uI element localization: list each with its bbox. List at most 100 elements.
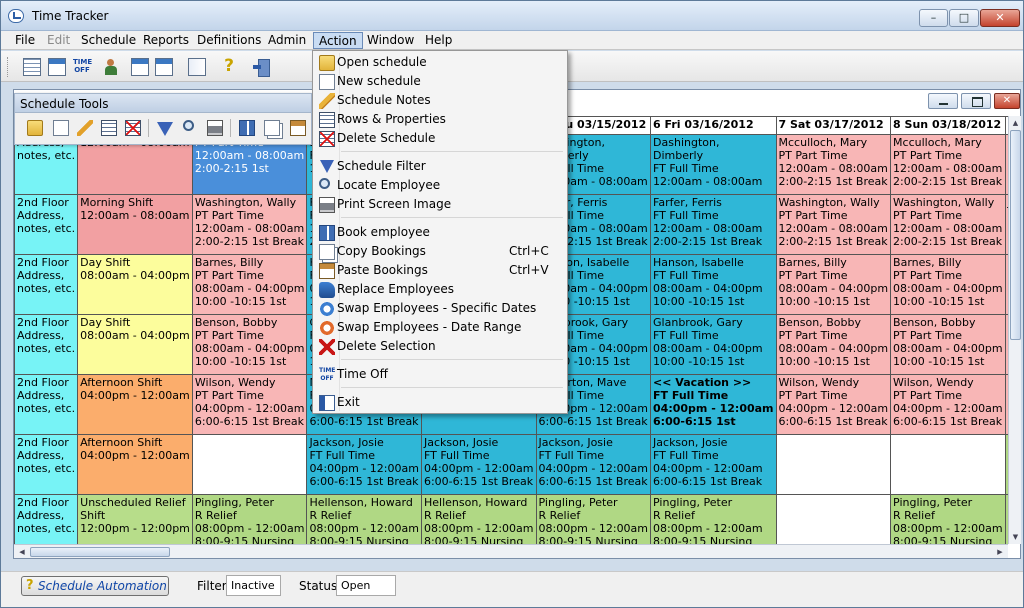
booking-cell[interactable]: Mcculloch, Mary PT Part Time 12:00am - 08:… [775,134,892,195]
schedule-tools-title-bar[interactable]: Schedule Tools [15,94,311,113]
vertical-scrollbar[interactable]: ▲ ▼ [1008,116,1021,544]
help-icon[interactable]: ? [220,58,238,76]
vertical-scroll-thumb[interactable] [1010,130,1021,340]
menu-swap-specific-dates[interactable]: Swap Employees - Specific Dates [315,299,565,318]
booking-cell[interactable] [775,434,892,495]
pencil-icon[interactable] [77,120,93,136]
booking-cell[interactable]: Barnes, Billy PT Part Time 08:00am - 04:00… [890,254,1006,315]
booking-cell[interactable]: Jackson, Josie FT Full Time 04:00pm - 12:0… [535,434,652,495]
rows-grid-icon[interactable] [101,120,117,136]
menu-window[interactable]: Window [362,32,419,49]
horizontal-scroll-thumb[interactable] [30,547,170,557]
location-cell[interactable]: 2nd Floor Address, notes, etc. [14,254,79,315]
booking-cell[interactable] [775,494,892,544]
booking-cell[interactable] [890,434,1006,495]
maximize-button[interactable]: □ [949,9,979,27]
shift-cell[interactable]: Afternoon Shift 04:00pm - 12:00am [77,434,193,495]
new-page-icon[interactable] [53,120,69,136]
booking-cell[interactable]: Pingling, Peter R Relief 08:00pm - 12:00am… [191,494,308,544]
booking-cell[interactable]: Dashington,DimberlyFT Full Time12:00am -… [650,134,777,195]
menu-time-off[interactable]: TIME OFF Time Off [315,365,565,384]
booking-cell[interactable]: Wilson, Wendy PT Part Time 04:00pm - 12:00… [890,374,1006,435]
booking-cell[interactable]: Jackson, Josie FT Full Time 04:00pm - 12:0… [420,434,537,495]
booking-cell[interactable]: << Vacation >> FT Full Time 04:00pm - 12:0… [650,374,777,435]
shift-cell[interactable]: Morning Shift 12:00am - 08:00am [77,194,193,255]
booking-cell[interactable]: Washington, Wally PT Part Time 12:00am - 0… [775,194,892,255]
booking-cell[interactable]: Benson, Bobby PT Part Time 08:00am - 04:00… [191,314,308,375]
filter-icon[interactable] [157,122,173,136]
close-button[interactable]: ✕ [980,9,1020,27]
time-off-icon[interactable]: TIME OFF [73,58,92,76]
schedule-view-icon[interactable] [131,58,149,76]
child-close-button[interactable]: ✕ [994,93,1020,109]
day-column-header[interactable]: 8 Sun 03/18/2012 [890,116,1006,135]
booking-cell[interactable]: Benson, Bobby PT Part Time 08:00am - 04:00… [775,314,892,375]
title-bar[interactable]: Time Tracker – □ ✕ [1,1,1023,31]
booking-cell[interactable]: Hellenson, Howard R Relief 08:00pm - 12:00… [420,494,537,544]
shift-cell[interactable]: Day Shift 08:00am - 04:00pm [77,314,193,375]
booking-cell[interactable]: Washington, Wally PT Part Time 12:00am - 0… [191,194,308,255]
location-cell[interactable]: 2nd Floor Address, notes, etc. [14,194,79,255]
menu-locate-employee[interactable]: Locate Employee [315,176,565,195]
paste-icon[interactable] [290,120,306,136]
booking-cell[interactable]: Pingling, Peter R Relief 08:00pm - 12:00am… [890,494,1006,544]
child-minimize-button[interactable] [928,93,958,109]
menu-exit[interactable]: Exit [315,393,565,412]
menu-schedule[interactable]: Schedule [76,32,141,49]
menu-open-schedule[interactable]: Open schedule [315,53,565,72]
scroll-up-icon[interactable]: ▲ [1010,117,1021,129]
toolbar-grip[interactable] [7,57,10,77]
menu-paste-bookings[interactable]: Paste Bookings Ctrl+V [315,261,565,280]
menu-copy-bookings[interactable]: Copy Bookings Ctrl+C [315,242,565,261]
menu-definitions[interactable]: Definitions [192,32,266,49]
menu-book-employee[interactable]: Book employee [315,223,565,242]
schedule-list-icon[interactable] [155,58,173,76]
menu-reports[interactable]: Reports [138,32,194,49]
delete-schedule-icon[interactable] [125,120,141,136]
grid-icon[interactable] [23,58,41,76]
day-column-header[interactable]: 7 Sat 03/17/2012 [775,116,892,135]
booking-cell[interactable]: Benson, Bobby PT Part Time 08:00am - 04:00… [890,314,1006,375]
booking-cell[interactable]: Washington, Wally PT Part Time 12:00am - 0… [890,194,1006,255]
menu-replace-employees[interactable]: Replace Employees [315,280,565,299]
booking-cell[interactable]: Barnes, Billy PT Part Time 08:00am - 04:00… [191,254,308,315]
booking-cell[interactable]: Hanson, Isabelle FT Full Time 08:00am - 04… [650,254,777,315]
child-restore-button[interactable] [961,93,991,109]
shift-cell[interactable]: Unscheduled Relief Shift 12:00pm - 12:00pm [77,494,193,544]
document-icon[interactable] [188,58,206,76]
menu-edit[interactable]: Edit [42,32,75,49]
copy-icon[interactable] [264,120,280,136]
scroll-left-icon[interactable]: ◀ [16,546,28,558]
horizontal-scrollbar[interactable]: ◀ ▶ [14,544,1008,558]
booking-cell[interactable]: Glanbrook, Gary FT Full Time 08:00am - 04:… [650,314,777,375]
booking-cell[interactable] [191,434,308,495]
schedule-automation-button[interactable]: ? Schedule Automation [21,576,169,596]
menu-admin[interactable]: Admin [263,32,311,49]
minimize-button[interactable]: – [919,9,948,27]
scroll-down-icon[interactable]: ▼ [1010,531,1021,543]
booking-cell[interactable]: Pingling, Peter R Relief 08:00pm - 12:00am… [535,494,652,544]
open-folder-icon[interactable] [27,120,43,136]
menu-print-screen-image[interactable]: Print Screen Image [315,195,565,214]
location-cell[interactable]: 2nd Floor Address, notes, etc. [14,374,79,435]
menu-file[interactable]: File [10,32,40,49]
booking-cell[interactable]: Pingling, Peter R Relief 08:00pm - 12:00am… [650,494,777,544]
status-field[interactable]: Open [336,575,396,596]
menu-new-schedule[interactable]: New schedule [315,72,565,91]
location-cell[interactable]: 2nd Floor Address, notes, etc. [14,314,79,375]
menu-delete-schedule[interactable]: Delete Schedule [315,129,565,148]
menu-swap-date-range[interactable]: Swap Employees - Date Range [315,318,565,337]
booking-cell[interactable]: Jackson, Josie FT Full Time 04:00pm - 12:0… [306,434,422,495]
shift-cell[interactable]: Day Shift 08:00am - 04:00pm [77,254,193,315]
location-cell[interactable]: 2nd Floor Address, notes, etc. [14,434,79,495]
booking-cell[interactable]: Farfer, Ferris FT Full Time 12:00am - 08:0… [650,194,777,255]
booking-cell[interactable]: Hellenson, Howard R Relief 08:00pm - 12:00… [306,494,422,544]
exit-icon[interactable] [253,58,271,77]
menu-schedule-notes[interactable]: Schedule Notes [315,91,565,110]
locate-icon[interactable] [183,120,194,131]
menu-schedule-filter[interactable]: Schedule Filter [315,157,565,176]
menu-rows-properties[interactable]: Rows & Properties [315,110,565,129]
calendar-icon[interactable] [48,58,66,76]
booking-cell[interactable]: Wilson, Wendy PT Part Time 04:00pm - 12:00… [775,374,892,435]
menu-action[interactable]: Action [313,32,363,49]
